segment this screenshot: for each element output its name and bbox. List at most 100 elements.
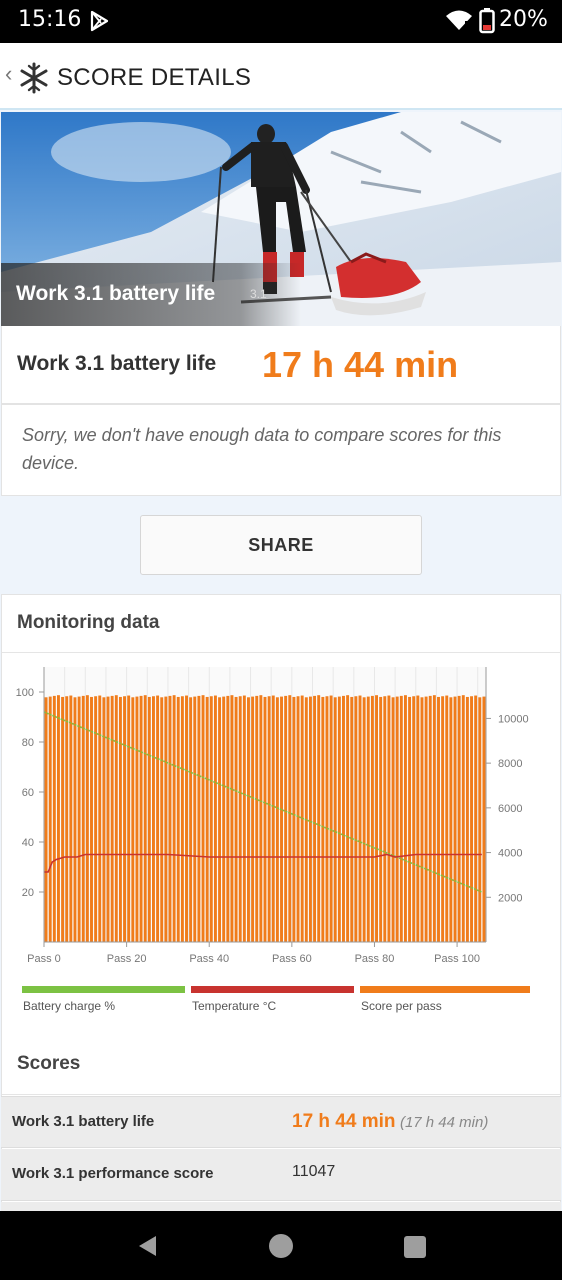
score-bar (271, 695, 275, 942)
score-bar (284, 695, 288, 942)
page-title: SCORE DETAILS (57, 64, 252, 91)
share-button[interactable]: SHARE (140, 515, 422, 575)
navigation-bar (0, 1211, 562, 1280)
right-tick-label: 8000 (498, 758, 522, 770)
score-bar (180, 696, 184, 942)
status-time: 15:16 (18, 7, 82, 32)
x-tick-label: Pass 100 (434, 953, 480, 965)
row-label: Work 3.1 battery life (12, 1113, 155, 1130)
legend-battery: Battery charge % (23, 999, 116, 1013)
left-tick-label: 40 (22, 837, 34, 849)
score-bar (123, 696, 127, 942)
home-nav-icon[interactable] (268, 1233, 294, 1259)
score-bar (280, 696, 283, 942)
comparison-notice-card: Sorry, we don't have enough data to comp… (1, 404, 561, 496)
legend-score: Score per pass (361, 999, 442, 1013)
score-bar (403, 695, 407, 942)
score-summary: Work 3.1 battery life 17 h 44 min (1, 326, 561, 404)
score-bar (308, 696, 312, 942)
score-bar (185, 695, 188, 942)
row-value: 11047 (292, 1163, 336, 1180)
scores-heading: Scores (17, 1053, 81, 1074)
score-bar (391, 697, 395, 942)
row-value-main: 17 h 44 min (292, 1111, 396, 1132)
score-bar (296, 696, 300, 942)
score-bar (416, 695, 420, 942)
score-bar (102, 697, 106, 942)
score-bar (453, 696, 457, 942)
back-nav-icon[interactable] (134, 1233, 160, 1259)
x-tick-label: Pass 0 (27, 953, 61, 965)
score-bar (110, 695, 114, 942)
score-bar (56, 695, 60, 942)
score-bar (230, 695, 234, 942)
score-bar (317, 695, 321, 942)
score-bar (85, 695, 89, 942)
back-arrow-icon[interactable]: ‹ (5, 61, 12, 87)
score-bar (160, 697, 164, 942)
score-value: 17 h 44 min (262, 344, 459, 385)
score-bar (218, 697, 222, 942)
score-bar (222, 696, 226, 942)
x-tick-label: Pass 20 (107, 953, 147, 965)
score-bar (259, 695, 263, 942)
score-bar (255, 695, 259, 942)
monitoring-chart: 100 80 60 40 20 10000 8000 6000 4000 2000 Pass 0 Pa… (16, 667, 529, 965)
score-bar (156, 695, 160, 942)
hero-banner: Work 3.1 battery life 3.1 (1, 112, 561, 326)
score-bar (69, 695, 73, 942)
score-bar (44, 697, 48, 942)
x-tick-label: Pass 40 (189, 953, 229, 965)
score-bar (428, 695, 432, 942)
x-tick-label: Pass 80 (355, 953, 395, 965)
score-bar (118, 696, 122, 942)
legend-swatch-temperature (191, 986, 354, 993)
score-bar (321, 696, 325, 942)
score-bar (358, 695, 362, 942)
status-bar: 15:16 20% (0, 0, 562, 43)
row-value: 17 h 44 min (17 h 44 min) (292, 1111, 488, 1133)
score-bar (197, 695, 201, 942)
score-bar (424, 696, 428, 942)
score-bar (399, 695, 403, 942)
score-bar (370, 695, 374, 942)
left-tick-label: 60 (22, 787, 34, 799)
score-bar (147, 696, 151, 942)
hero-caption: Work 3.1 battery life (16, 282, 216, 305)
row-value-sub: (17 h 44 min) (399, 1114, 489, 1131)
score-bar (189, 697, 193, 942)
recents-nav-icon[interactable] (403, 1235, 427, 1259)
score-bar (263, 696, 267, 942)
score-bar (201, 695, 205, 942)
battery-icon (479, 8, 495, 34)
score-bar (474, 695, 478, 942)
score-bar (387, 695, 391, 942)
score-bar (350, 696, 354, 942)
score-bar (478, 697, 482, 942)
score-bar (379, 696, 383, 942)
snowflake-logo-icon (20, 62, 48, 94)
score-bar (205, 696, 209, 942)
score-bar (362, 697, 366, 942)
left-tick-label: 100 (16, 687, 34, 699)
score-bar (135, 696, 139, 942)
score-bar (81, 695, 85, 942)
score-bar (437, 696, 440, 942)
table-row-partial (1, 1202, 561, 1211)
score-bar (172, 695, 176, 942)
score-bar (432, 695, 436, 942)
score-bar (420, 697, 424, 942)
table-row: Work 3.1 battery life 17 h 44 min (17 h … (1, 1096, 561, 1148)
score-bar (73, 697, 77, 942)
score-label: Work 3.1 battery life (17, 352, 217, 375)
score-bar (106, 696, 110, 942)
left-tick-label: 80 (22, 737, 34, 749)
score-bar (247, 697, 250, 942)
wifi-icon (446, 10, 472, 30)
monitoring-header: Monitoring data (2, 595, 560, 653)
score-bar (383, 696, 387, 942)
score-bar (445, 695, 449, 942)
right-tick-label: 4000 (498, 848, 522, 860)
score-bar (441, 696, 445, 942)
right-tick-label: 6000 (498, 803, 522, 815)
